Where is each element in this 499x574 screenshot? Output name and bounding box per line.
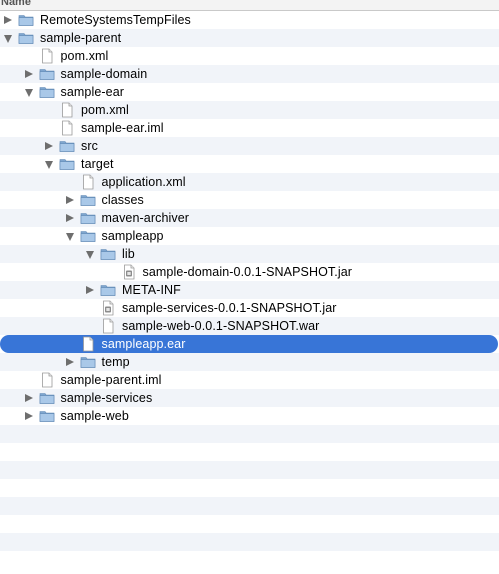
disclosure-open-icon[interactable]: [65, 227, 75, 245]
tree-item-label: RemoteSystemsTempFiles: [40, 13, 191, 27]
tree-item-label: pom.xml: [60, 49, 109, 63]
disclosure-closed-icon[interactable]: [3, 11, 13, 29]
folder-icon: [100, 246, 116, 262]
folder-icon: [80, 354, 96, 370]
tree-row[interactable]: sample-domain: [0, 65, 499, 83]
disclosure-closed-icon[interactable]: [24, 389, 34, 407]
tree-row[interactable]: lib: [0, 245, 499, 263]
tree-row[interactable]: RemoteSystemsTempFiles: [0, 11, 499, 29]
column-header[interactable]: Name: [0, 0, 499, 11]
disclosure-open-icon[interactable]: [3, 29, 13, 47]
tree-item-label: target: [81, 157, 114, 171]
name-column-header[interactable]: Name: [1, 0, 31, 8]
tree-item-label: temp: [101, 355, 130, 369]
tree-item-label: sample-services-0.0.1-SNAPSHOT.jar: [122, 301, 337, 315]
folder-icon: [39, 66, 55, 82]
tree-row[interactable]: src: [0, 137, 499, 155]
file-icon: [39, 372, 55, 388]
jar-file-icon: [121, 264, 137, 280]
tree-row[interactable]: sample-parent.iml: [0, 371, 499, 389]
tree-row[interactable]: sampleapp: [0, 227, 499, 245]
tree-item-label: sample-web: [60, 409, 129, 423]
disclosure-open-icon[interactable]: [44, 155, 54, 173]
file-icon: [59, 120, 75, 136]
folder-icon: [59, 156, 75, 172]
tree-row[interactable]: pom.xml: [0, 47, 499, 65]
tree-item-label: sample-parent.iml: [60, 373, 162, 387]
tree-row[interactable]: sample-domain-0.0.1-SNAPSHOT.jar: [0, 263, 499, 281]
disclosure-closed-icon[interactable]: [65, 209, 75, 227]
tree-item-label: sample-ear: [60, 85, 125, 99]
tree-item-label: src: [81, 139, 98, 153]
empty-row: [0, 443, 499, 461]
file-icon: [80, 174, 96, 190]
folder-icon: [39, 408, 55, 424]
tree-item-label: sample-domain: [60, 67, 148, 81]
tree-item-label: sample-services: [60, 391, 153, 405]
folder-icon: [18, 30, 34, 46]
tree-row[interactable]: pom.xml: [0, 101, 499, 119]
disclosure-closed-icon[interactable]: [65, 191, 75, 209]
folder-icon: [39, 84, 55, 100]
tree-item-label: META-INF: [122, 283, 181, 297]
tree-row[interactable]: target: [0, 155, 499, 173]
empty-row: [0, 461, 499, 479]
tree-item-label: sample-web-0.0.1-SNAPSHOT.war: [122, 319, 320, 333]
tree-row[interactable]: sample-services: [0, 389, 499, 407]
empty-row: [0, 551, 499, 569]
empty-row: [0, 479, 499, 497]
disclosure-closed-icon[interactable]: [85, 281, 95, 299]
file-icon: [59, 102, 75, 118]
folder-icon: [80, 210, 96, 226]
empty-row: [0, 497, 499, 515]
tree-row[interactable]: sample-web-0.0.1-SNAPSHOT.war: [0, 317, 499, 335]
tree-item-label: application.xml: [101, 175, 186, 189]
tree-item-label: sample-domain-0.0.1-SNAPSHOT.jar: [142, 265, 353, 279]
jar-file-icon: [100, 300, 116, 316]
tree-item-label: classes: [101, 193, 144, 207]
folder-icon: [59, 138, 75, 154]
disclosure-closed-icon[interactable]: [24, 65, 34, 83]
disclosure-closed-icon[interactable]: [65, 353, 75, 371]
disclosure-open-icon[interactable]: [85, 245, 95, 263]
disclosure-closed-icon[interactable]: [24, 407, 34, 425]
tree-row[interactable]: sample-ear: [0, 83, 499, 101]
empty-row: [0, 533, 499, 551]
file-icon: [39, 48, 55, 64]
folder-icon: [100, 282, 116, 298]
disclosure-closed-icon[interactable]: [44, 137, 54, 155]
tree-row[interactable]: classes: [0, 191, 499, 209]
empty-row: [0, 425, 499, 443]
tree-item-label: sampleapp.ear: [101, 337, 186, 351]
tree-item-label: sample-parent: [40, 31, 122, 45]
tree-row[interactable]: sampleapp.ear: [0, 335, 498, 353]
disclosure-open-icon[interactable]: [24, 83, 34, 101]
tree-row[interactable]: META-INF: [0, 281, 499, 299]
tree-row[interactable]: sample-web: [0, 407, 499, 425]
tree-item-label: pom.xml: [81, 103, 129, 117]
tree-row[interactable]: maven-archiver: [0, 209, 499, 227]
tree-item-label: sampleapp: [101, 229, 164, 243]
file-icon: [100, 318, 116, 334]
folder-icon: [80, 192, 96, 208]
tree-item-label: maven-archiver: [101, 211, 190, 225]
tree-row[interactable]: sample-ear.iml: [0, 119, 499, 137]
tree-item-label: lib: [122, 247, 135, 261]
tree-row[interactable]: temp: [0, 353, 499, 371]
tree-row[interactable]: application.xml: [0, 173, 499, 191]
file-tree: RemoteSystemsTempFiles sample-parent pom…: [0, 11, 499, 569]
folder-icon: [18, 12, 34, 28]
file-icon: [80, 336, 96, 352]
empty-row: [0, 515, 499, 533]
folder-icon: [39, 390, 55, 406]
tree-row[interactable]: sample-parent: [0, 29, 499, 47]
folder-icon: [80, 228, 96, 244]
tree-item-label: sample-ear.iml: [81, 121, 164, 135]
tree-row[interactable]: sample-services-0.0.1-SNAPSHOT.jar: [0, 299, 499, 317]
